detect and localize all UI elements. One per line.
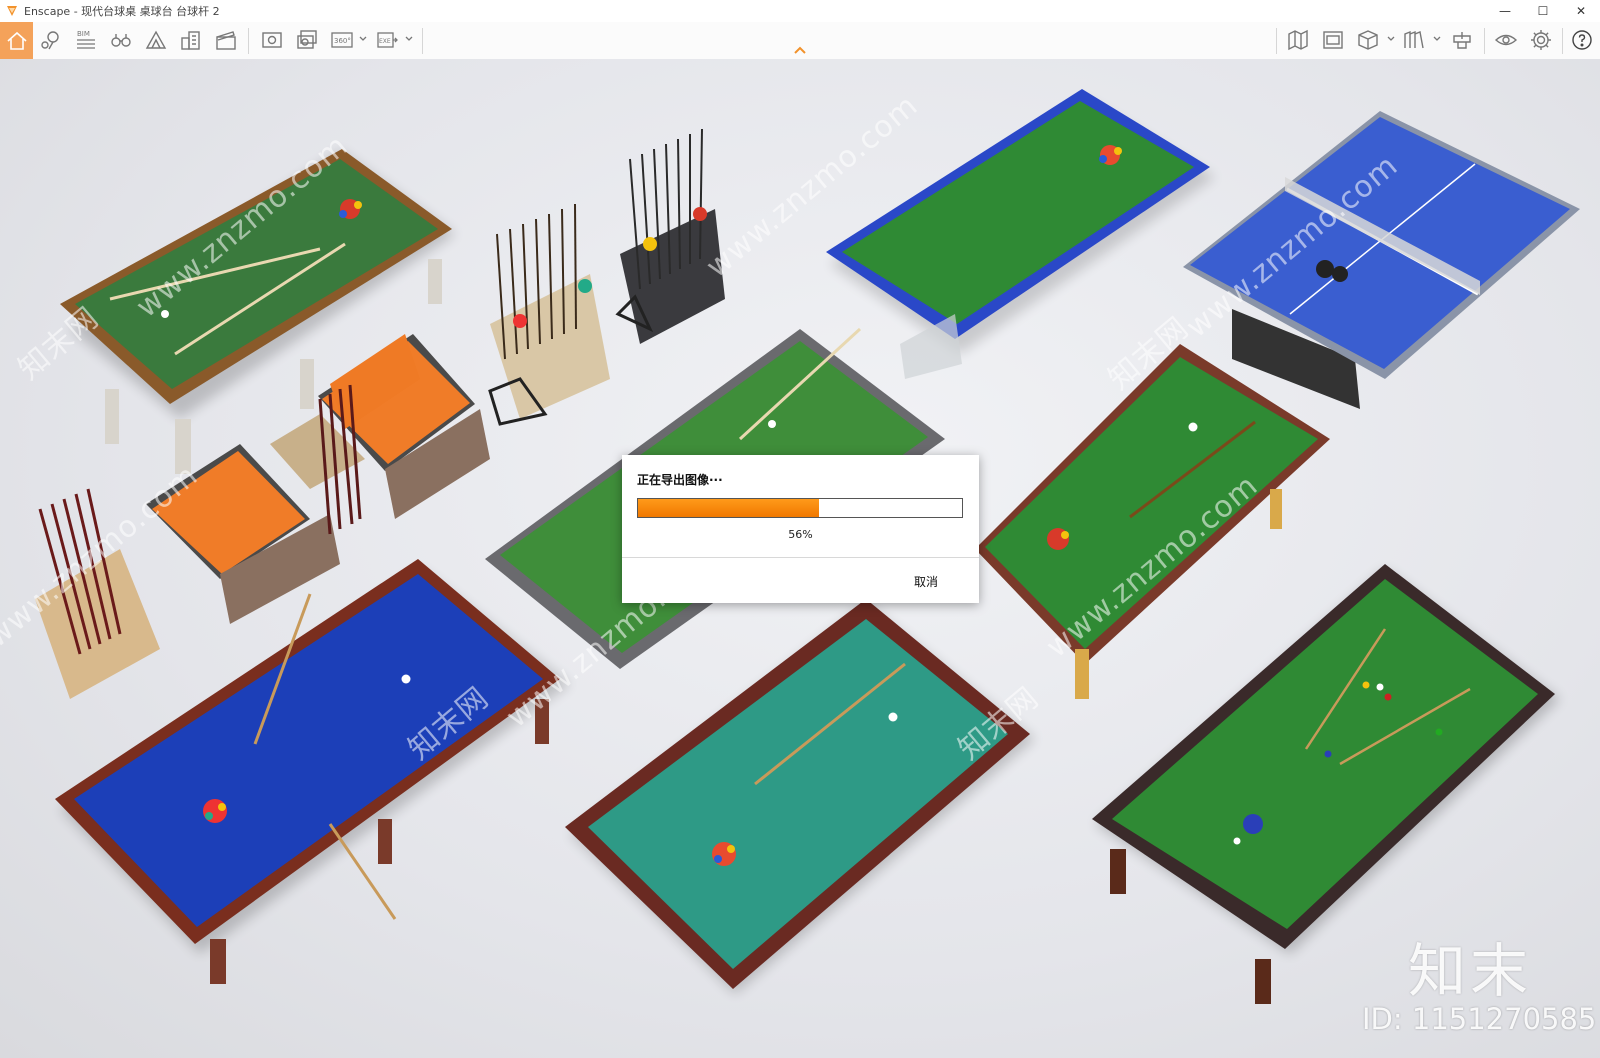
screenshot-button[interactable] <box>256 24 288 56</box>
chevron-down-icon[interactable] <box>1432 34 1442 44</box>
home-icon <box>6 31 27 50</box>
toolbar-divider <box>422 28 423 54</box>
dialog-divider <box>622 557 979 558</box>
pool-table-green-right <box>975 344 1330 699</box>
toolbar-divider <box>248 28 249 54</box>
close-button[interactable]: ✕ <box>1562 0 1600 22</box>
toolbar-divider <box>1562 28 1563 54</box>
panorama-label: 360° <box>334 37 351 45</box>
progress-percent: 56% <box>788 528 813 541</box>
location-button[interactable] <box>35 24 67 56</box>
chevron-down-icon[interactable] <box>404 34 414 44</box>
bim-label: BIM <box>77 30 90 38</box>
upload-button[interactable] <box>1446 24 1478 56</box>
exe-label: EXE <box>379 38 391 45</box>
pool-table-teal <box>565 599 1035 994</box>
progress-fill <box>638 499 820 517</box>
title-bar: Enscape - 现代台球桌 桌球台 台球杆 2 — ☐ ✕ <box>0 0 1600 22</box>
location-pin-icon <box>41 31 59 50</box>
enscape-logo-icon <box>7 6 17 16</box>
settings-button[interactable] <box>1525 24 1557 56</box>
materials-icon <box>1404 30 1424 49</box>
dialog-title: 正在导出图像··· <box>637 473 723 487</box>
map-icon <box>1288 29 1308 51</box>
help-icon <box>1572 30 1592 50</box>
toolbar-divider <box>1484 28 1485 54</box>
window-controls: — ☐ ✕ <box>1486 0 1600 22</box>
buildings-icon <box>181 31 200 50</box>
collapse-toolbar-icon[interactable] <box>792 45 808 55</box>
panorama-button[interactable]: 360° <box>326 24 358 56</box>
map-button[interactable] <box>1282 24 1314 56</box>
progress-bar <box>637 498 963 518</box>
bim-button[interactable]: BIM <box>70 24 102 56</box>
export-exe-button[interactable]: EXE <box>371 24 403 56</box>
batch-render-button[interactable] <box>291 24 323 56</box>
export-exe-icon: EXE <box>377 32 398 48</box>
batch-render-icon <box>297 30 317 49</box>
chevron-down-icon[interactable] <box>358 34 368 44</box>
bim-icon: BIM <box>77 30 95 49</box>
screenshot-icon <box>262 32 282 48</box>
cue-rack-black <box>615 128 725 344</box>
home-button[interactable] <box>0 22 33 59</box>
binoculars-icon <box>111 34 131 47</box>
brand-logo: 知末 <box>1408 937 1533 1005</box>
chevron-down-icon[interactable] <box>1386 34 1396 44</box>
cube-button[interactable] <box>1352 24 1384 56</box>
terrain-button[interactable] <box>140 24 172 56</box>
upload-icon <box>1453 32 1471 49</box>
visual-settings-button[interactable] <box>1490 24 1522 56</box>
binoculars-button[interactable] <box>105 24 137 56</box>
cue-rack-wood <box>488 203 610 426</box>
cube-icon <box>1358 30 1378 50</box>
export-progress-dialog: 正在导出图像··· 56% 取消 <box>622 455 979 603</box>
window-title: Enscape - 现代台球桌 桌球台 台球杆 2 <box>24 5 220 18</box>
minimize-button[interactable]: — <box>1486 0 1524 22</box>
settings-icon <box>1531 30 1551 50</box>
materials-button[interactable] <box>1398 24 1430 56</box>
asset-library-icon <box>1323 31 1343 49</box>
buildings-button[interactable] <box>175 24 207 56</box>
asset-library-button[interactable] <box>1317 24 1349 56</box>
visual-settings-icon <box>1494 34 1518 46</box>
cancel-button[interactable]: 取消 <box>914 573 938 590</box>
brand-id: ID: 1151270585 <box>1362 1002 1597 1036</box>
toolbar-divider <box>1276 28 1277 54</box>
terrain-icon <box>145 30 167 49</box>
maximize-button[interactable]: ☐ <box>1524 0 1562 22</box>
clapperboard-button[interactable] <box>210 24 242 56</box>
panorama-360-icon: 360° <box>331 32 353 48</box>
clapperboard-icon <box>216 31 236 50</box>
help-button[interactable] <box>1566 24 1598 56</box>
